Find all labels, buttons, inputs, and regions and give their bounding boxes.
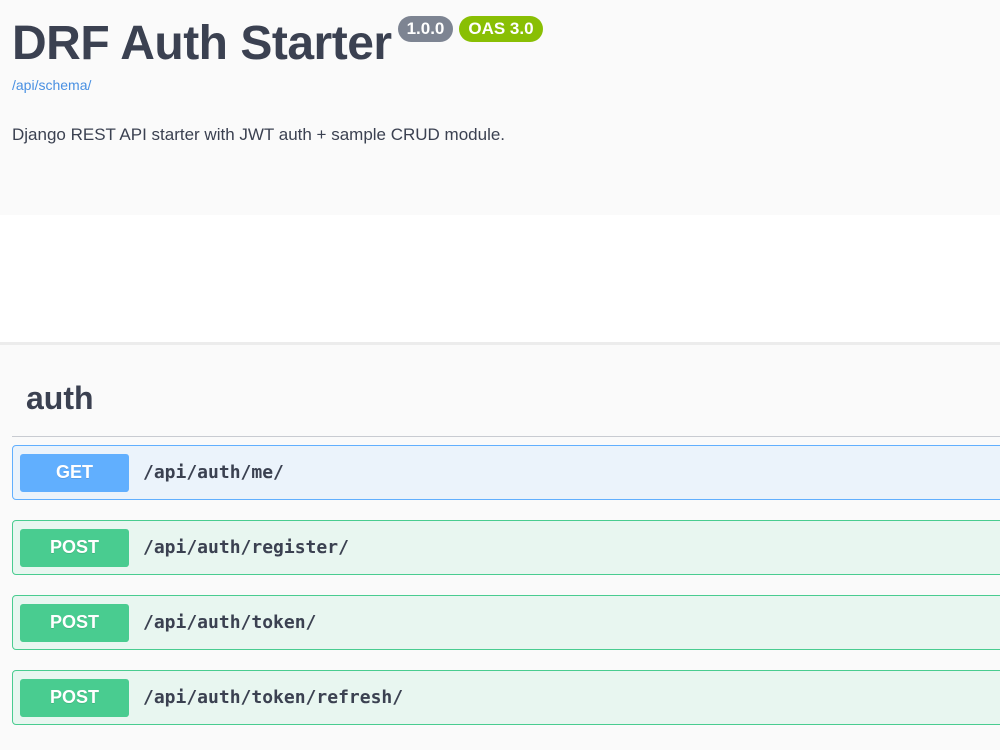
operation-path: /api/auth/me/ xyxy=(143,462,284,483)
info-header: DRF Auth Starter 1.0.0 OAS 3.0 /api/sche… xyxy=(0,0,1000,215)
schema-link[interactable]: /api/schema/ xyxy=(12,77,91,93)
oas-badge: OAS 3.0 xyxy=(459,16,543,42)
operation-path: /api/auth/token/ xyxy=(143,612,317,633)
operation-post-register[interactable]: POST /api/auth/register/ xyxy=(12,520,1000,575)
api-title: DRF Auth Starter xyxy=(12,17,392,70)
method-badge: GET xyxy=(20,453,129,492)
tag-section-auth[interactable]: auth xyxy=(26,380,94,417)
operation-post-token[interactable]: POST /api/auth/token/ xyxy=(12,595,1000,650)
operation-get-me[interactable]: GET /api/auth/me/ xyxy=(12,445,1000,500)
method-badge: POST xyxy=(20,603,129,642)
version-badge: 1.0.0 xyxy=(397,16,454,42)
operation-post-token-refresh[interactable]: POST /api/auth/token/refresh/ xyxy=(12,670,1000,725)
title-row: DRF Auth Starter 1.0.0 OAS 3.0 xyxy=(12,14,543,74)
api-description: Django REST API starter with JWT auth + … xyxy=(12,125,506,144)
tag-divider xyxy=(12,436,1000,437)
method-badge: POST xyxy=(20,678,129,717)
operation-path: /api/auth/token/refresh/ xyxy=(143,687,404,708)
operation-path: /api/auth/register/ xyxy=(143,537,349,558)
method-badge: POST xyxy=(20,528,129,567)
